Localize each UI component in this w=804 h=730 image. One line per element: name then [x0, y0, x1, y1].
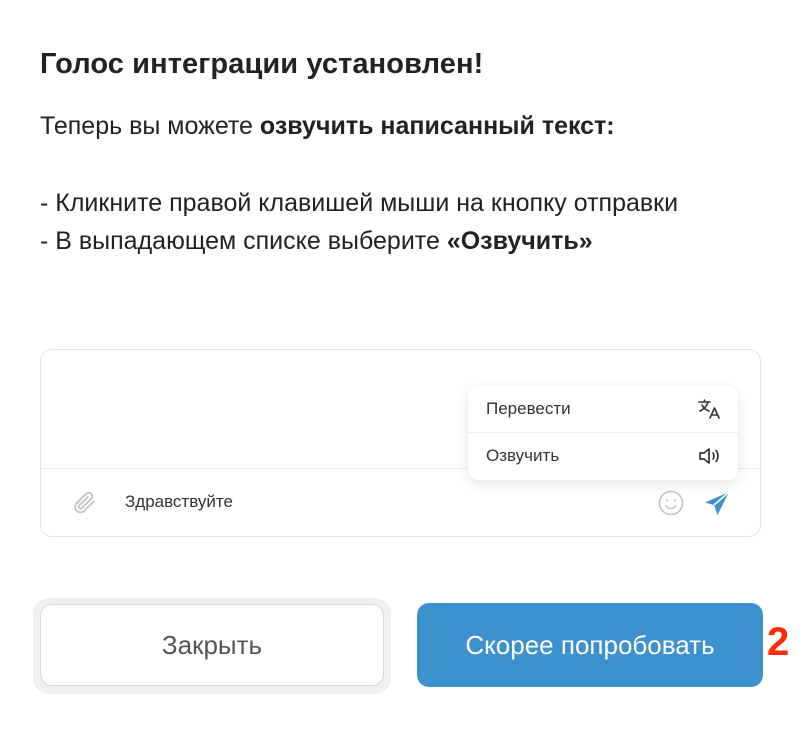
- speaker-icon: [699, 448, 719, 464]
- menu-item-label: Перевести: [486, 399, 571, 418]
- step-2-text: - В выпадающем списке выберите: [40, 227, 447, 255]
- dialog-title: Голос интеграции установлен!: [40, 48, 484, 80]
- annotation-marker: 2: [767, 620, 790, 664]
- menu-item-label: Озвучить: [486, 446, 560, 465]
- menu-item-speak[interactable]: Озвучить: [468, 433, 738, 479]
- context-menu: Перевести Озвучить: [468, 386, 738, 480]
- intro-text: Теперь вы можете: [40, 112, 260, 140]
- step-1: - Кликните правой клавишей мыши на кнопк…: [40, 189, 679, 217]
- close-button[interactable]: Закрыть: [40, 604, 384, 686]
- translate-icon: [698, 399, 720, 419]
- dialog-intro: Теперь вы можете озвучить написанный тек…: [40, 108, 615, 144]
- voice-integration-dialog: Голос интеграции установлен! Теперь вы м…: [0, 0, 804, 730]
- demo-chat-preview: Здравствуйте Перевести Озвучить: [40, 349, 761, 537]
- smile-icon: [658, 490, 684, 516]
- instructions: - Кликните правой клавишей мыши на кнопк…: [40, 184, 740, 260]
- intro-bold-text: озвучить написанный текст:: [259, 112, 615, 140]
- menu-item-translate[interactable]: Перевести: [468, 386, 738, 433]
- paperclip-icon: [74, 491, 95, 514]
- step-2: - В выпадающем списке выберите «Озвучить…: [40, 222, 740, 260]
- message-input: Здравствуйте: [125, 492, 233, 511]
- step-2-bold-text: «Озвучить»: [446, 227, 593, 255]
- send-icon: [705, 491, 730, 515]
- try-now-button[interactable]: Скорее попробовать: [417, 603, 763, 687]
